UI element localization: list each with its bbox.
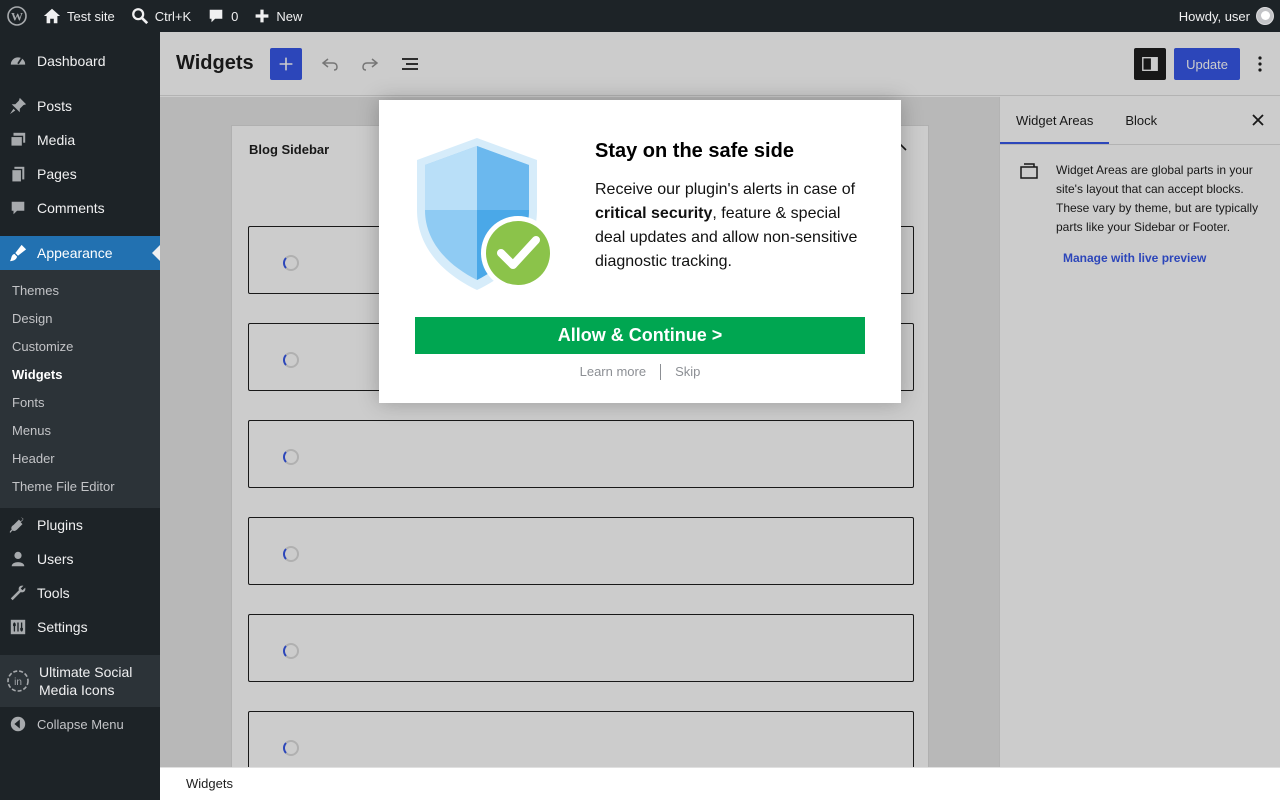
menu-item-pages[interactable]: Pages — [0, 157, 160, 191]
menu-item-comments[interactable]: Comments — [0, 191, 160, 225]
media-icon — [8, 130, 28, 150]
submenu-item-design[interactable]: Design — [0, 305, 160, 333]
new-label: New — [276, 8, 303, 24]
users-icon — [8, 549, 28, 569]
site-name-label: Test site — [67, 8, 115, 24]
menu-label-comments: Comments — [37, 200, 105, 216]
menu-label-plugins: Plugins — [37, 517, 83, 533]
learn-more-link[interactable]: Learn more — [580, 364, 646, 380]
wordpress-logo-icon[interactable]: W — [0, 0, 35, 32]
submenu-item-fonts[interactable]: Fonts — [0, 389, 160, 417]
brush-icon — [8, 243, 28, 263]
submenu-item-theme-file-editor[interactable]: Theme File Editor — [0, 473, 160, 501]
link-divider — [660, 364, 662, 380]
menu-item-tools[interactable]: Tools — [0, 576, 160, 610]
plugin-icon — [8, 515, 28, 535]
breadcrumb[interactable]: Widgets — [160, 767, 1280, 800]
skip-link[interactable]: Skip — [675, 364, 700, 380]
submenu-item-header[interactable]: Header — [0, 445, 160, 473]
appearance-submenu: Themes Design Customize Widgets Fonts Me… — [0, 270, 160, 508]
menu-item-media[interactable]: Media — [0, 123, 160, 157]
menu-item-settings[interactable]: Settings — [0, 610, 160, 644]
menu-label-users: Users — [37, 551, 74, 567]
submenu-item-widgets[interactable]: Widgets — [0, 361, 160, 389]
submenu-item-themes[interactable]: Themes — [0, 277, 160, 305]
shield-check-icon — [417, 138, 555, 290]
dialog-message-part: Receive our plugin's alerts in case of — [595, 181, 856, 198]
comments-icon — [8, 198, 28, 218]
menu-item-appearance[interactable]: Appearance — [0, 236, 160, 270]
menu-label-dashboard: Dashboard — [37, 53, 106, 69]
wrench-icon — [8, 583, 28, 603]
collapse-menu-button[interactable]: Collapse Menu — [0, 707, 160, 741]
opt-in-dialog: Stay on the safe side Receive our plugin… — [379, 100, 901, 403]
admin-menu: Dashboard Posts Media Pages Comments App… — [0, 32, 160, 800]
menu-label-settings: Settings — [37, 619, 88, 635]
howdy-label: Howdy, user — [1178, 8, 1250, 24]
menu-item-ultimate-social-media-icons[interactable]: in Ultimate Social Media Icons — [0, 655, 160, 707]
my-account-link[interactable]: Howdy, user — [1171, 0, 1280, 32]
allow-continue-button[interactable]: Allow & Continue > — [415, 317, 865, 354]
menu-label-media: Media — [37, 132, 76, 148]
menu-label-tools: Tools — [37, 585, 70, 601]
search-icon — [131, 8, 148, 25]
plus-icon — [256, 9, 269, 23]
home-icon — [43, 8, 61, 24]
collapse-menu-label: Collapse Menu — [37, 716, 124, 732]
search-shortcut-label: Ctrl+K — [154, 8, 192, 24]
menu-item-posts[interactable]: Posts — [0, 89, 160, 123]
dialog-message-bold: critical security — [595, 205, 713, 222]
comments-count: 0 — [231, 8, 239, 24]
menu-item-users[interactable]: Users — [0, 542, 160, 576]
comment-icon — [209, 9, 223, 23]
svg-text:in: in — [14, 677, 22, 688]
social-icons-icon: in — [6, 669, 30, 693]
menu-label-pages: Pages — [37, 166, 77, 182]
pages-icon — [8, 164, 28, 184]
dialog-links: Learn more Skip — [379, 364, 901, 380]
menu-label-posts: Posts — [37, 98, 73, 114]
menu-label-usmi: Ultimate Social Media Icons — [39, 664, 133, 698]
svg-text:W: W — [11, 10, 23, 24]
new-content-link[interactable]: New — [246, 0, 310, 32]
admin-bar: W Test site Ctrl+K 0 New Howdy, user — [0, 0, 1280, 32]
menu-item-dashboard[interactable]: Dashboard — [0, 44, 160, 78]
modal-backdrop-header — [160, 32, 1280, 96]
submenu-item-menus[interactable]: Menus — [0, 417, 160, 445]
menu-label-appearance: Appearance — [37, 245, 113, 261]
site-name-link[interactable]: Test site — [35, 0, 123, 32]
avatar — [1256, 7, 1274, 25]
menu-item-plugins[interactable]: Plugins — [0, 508, 160, 542]
settings-icon — [8, 617, 28, 637]
pin-icon — [8, 96, 28, 116]
dialog-title: Stay on the safe side — [595, 140, 794, 162]
collapse-icon — [8, 714, 28, 734]
dialog-message: Receive our plugin's alerts in case of c… — [595, 178, 875, 274]
dashboard-icon — [8, 51, 28, 71]
command-palette-link[interactable]: Ctrl+K — [123, 0, 199, 32]
comments-link[interactable]: 0 — [199, 0, 246, 32]
submenu-item-customize[interactable]: Customize — [0, 333, 160, 361]
